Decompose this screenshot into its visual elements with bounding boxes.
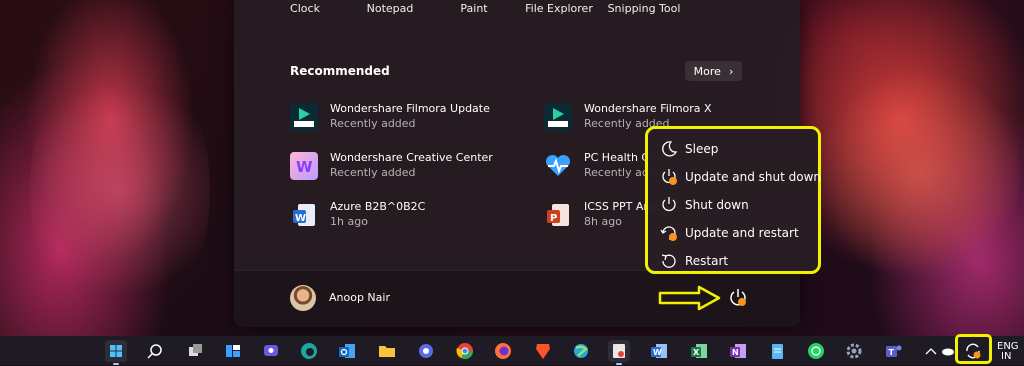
notepad-icon[interactable]: [766, 340, 788, 362]
creative-center-icon: W: [290, 152, 318, 180]
svg-text:T: T: [889, 348, 895, 357]
filmora-icon: [290, 103, 318, 131]
teams-icon[interactable]: T: [882, 340, 904, 362]
pinned-app-snipping-tool[interactable]: Snipping Tool: [608, 2, 681, 15]
avatar[interactable]: [290, 285, 316, 311]
svg-text:W: W: [295, 213, 306, 224]
word-icon[interactable]: W: [648, 340, 670, 362]
recommended-item-time: 1h ago: [330, 215, 368, 228]
filmora-icon: [544, 103, 572, 131]
svg-text:W: W: [296, 158, 313, 176]
recommended-item-name: Azure B2B^0B2C: [330, 200, 426, 213]
annotation-arrow-icon: [658, 285, 721, 311]
recommended-item-time: Recently added: [330, 117, 416, 130]
start-button[interactable]: [105, 340, 127, 365]
svg-text:W: W: [653, 348, 662, 357]
power-menu-item-update-shut-down[interactable]: Update and shut down: [648, 165, 822, 189]
recommended-item-name: Wondershare Filmora Update: [330, 102, 490, 115]
file-explorer-icon[interactable]: [376, 340, 398, 362]
power-menu-item-update-restart[interactable]: Update and restart: [648, 221, 818, 245]
recommended-item-time: Recently added: [330, 166, 416, 179]
recommended-item[interactable]: W Wondershare Creative Center Recently a…: [290, 150, 530, 184]
recommended-item-name: Wondershare Creative Center: [330, 151, 493, 164]
power-options-menu: Sleep Update and shut down Shut down Upd…: [645, 126, 821, 274]
language-region: IN: [1001, 351, 1012, 362]
power-menu-item-restart[interactable]: Restart: [648, 249, 818, 273]
taskbar: W X N T: [0, 336, 1024, 365]
recommended-item-time: 8h ago: [584, 215, 622, 228]
power-menu-label: Shut down: [685, 198, 749, 212]
power-menu-label: Restart: [685, 254, 729, 268]
task-view-icon[interactable]: [184, 340, 206, 362]
language-indicator[interactable]: ENG IN: [997, 342, 1019, 362]
globe-app-icon[interactable]: [570, 340, 592, 362]
svg-text:P: P: [550, 213, 557, 224]
wallpaper-swirl: [820, 30, 1020, 320]
snipping-tool-icon[interactable]: [608, 340, 630, 365]
chrome-icon[interactable]: [454, 340, 476, 362]
pinned-app-notepad[interactable]: Notepad: [367, 2, 414, 15]
svg-text:X: X: [693, 348, 700, 357]
power-menu-label: Update and restart: [685, 226, 799, 240]
pinned-app-clock[interactable]: Clock: [290, 2, 320, 15]
windows-logo-icon: [110, 345, 122, 357]
more-label: More: [693, 64, 721, 78]
user-name[interactable]: Anoop Nair: [329, 291, 390, 304]
power-menu-item-sleep[interactable]: Sleep: [648, 137, 818, 161]
restart-icon: [661, 254, 676, 268]
excel-icon[interactable]: X: [688, 340, 710, 362]
search-icon: [147, 344, 162, 359]
powerpoint-icon: P: [544, 201, 572, 229]
moon-icon: [662, 141, 678, 157]
widgets-icon[interactable]: [222, 340, 244, 362]
update-tray-highlight: [955, 334, 992, 364]
power-menu-label: Update and shut down: [685, 170, 822, 184]
firefox-icon[interactable]: [492, 340, 514, 362]
pc-health-icon: [544, 152, 572, 180]
search-button[interactable]: [144, 340, 166, 362]
pinned-app-paint[interactable]: Paint: [460, 2, 487, 15]
power-menu-label: Sleep: [685, 142, 719, 156]
update-power-icon: [662, 169, 677, 185]
chevron-up-icon[interactable]: [924, 340, 938, 362]
recommended-item-name: Wondershare Filmora X: [584, 102, 712, 115]
more-button[interactable]: More ›: [685, 61, 742, 81]
pinned-apps-row: Clock Notepad Paint File Explorer Snippi…: [234, 0, 800, 20]
recommended-heading: Recommended: [290, 64, 390, 78]
outlook-icon[interactable]: [336, 340, 358, 362]
chevron-right-icon: ›: [728, 64, 734, 78]
update-restart-icon: [660, 226, 677, 241]
recommended-item[interactable]: W Azure B2B^0B2C 1h ago: [290, 199, 530, 233]
power-menu-item-shut-down[interactable]: Shut down: [648, 193, 818, 217]
word-doc-icon: W: [290, 201, 318, 229]
wallpaper-swirl: [30, 40, 210, 340]
power-button[interactable]: [727, 287, 749, 309]
teams-chat-icon[interactable]: [260, 340, 282, 362]
onenote-icon[interactable]: N: [727, 340, 749, 362]
pinned-app-file-explorer[interactable]: File Explorer: [525, 2, 593, 15]
power-icon: [662, 197, 676, 212]
settings-gear-icon[interactable]: [843, 340, 865, 362]
settings-app-icon[interactable]: [415, 340, 437, 362]
whatsapp-icon[interactable]: [805, 340, 827, 362]
update-power-icon: [730, 289, 746, 306]
onedrive-icon[interactable]: [941, 340, 955, 362]
svg-text:N: N: [732, 348, 739, 357]
edge-icon[interactable]: [298, 340, 320, 362]
recommended-item[interactable]: Wondershare Filmora Update Recently adde…: [290, 101, 530, 135]
brave-icon[interactable]: [532, 340, 554, 362]
